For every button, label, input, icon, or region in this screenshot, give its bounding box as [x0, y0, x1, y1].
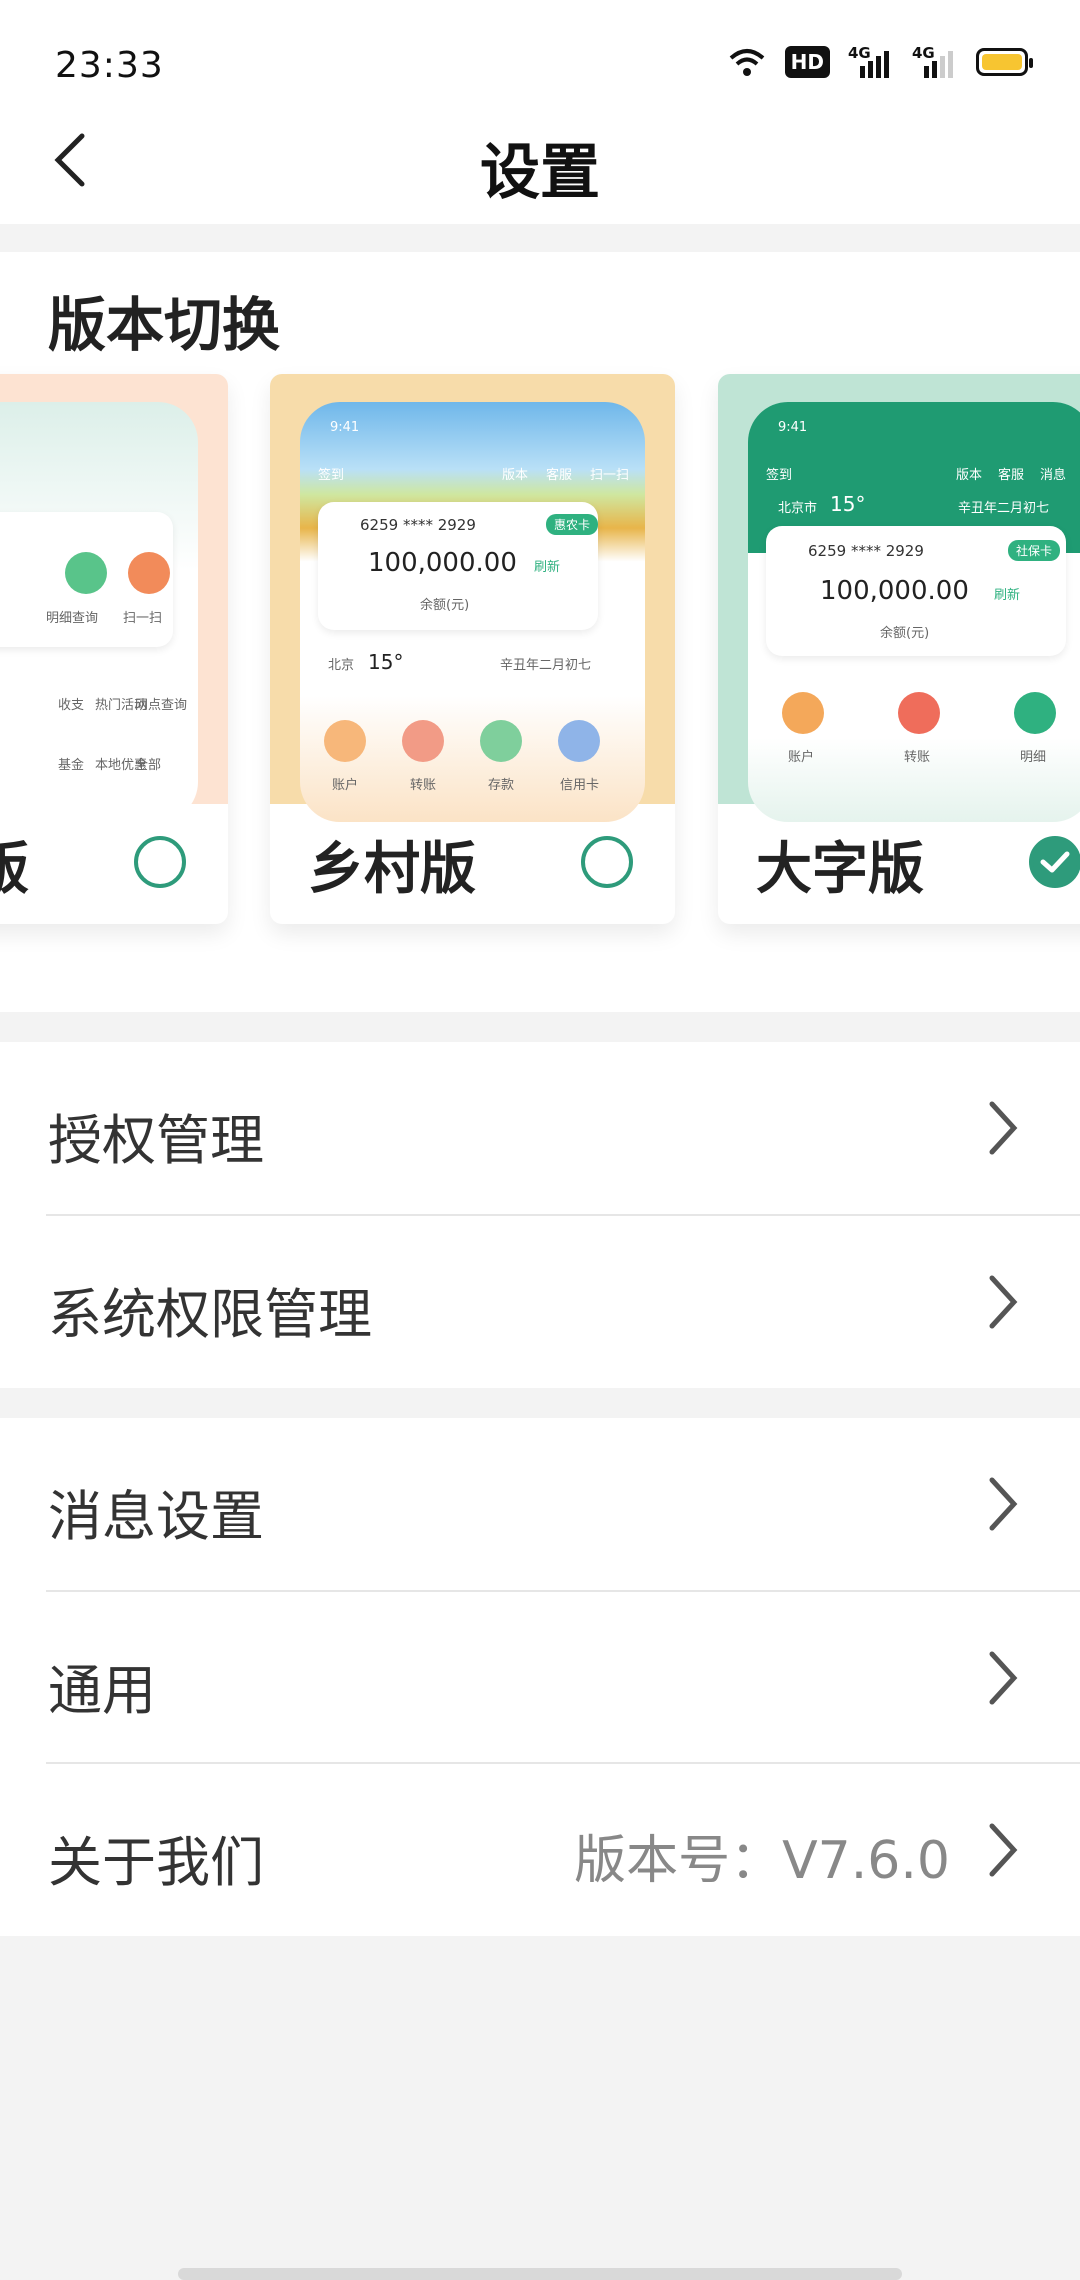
preview-bottom-icon: 账户	[788, 750, 815, 765]
page-title: 设置	[480, 138, 600, 208]
chevron-right-icon	[989, 1101, 1018, 1155]
preview-shortcut: 扫一扫	[123, 611, 163, 626]
preview-lunar: 辛丑年二月初七	[958, 501, 1050, 516]
preview-top-icon: 签到	[318, 468, 345, 483]
version-label: 乡村版	[308, 837, 476, 902]
hd-badge: HD	[784, 46, 830, 78]
version-radio[interactable]	[581, 836, 633, 888]
menu-group-general: 消息设置 通用 关于我们 版本号：V7.6.0	[0, 1418, 1080, 1936]
menu-item-message-settings[interactable]: 消息设置	[0, 1418, 1080, 1590]
preview-top-icon: 客服	[546, 468, 573, 483]
preview-city: 北京市	[778, 501, 818, 516]
version-card-standard[interactable]: 明细查询 扫一扫 收支 热门活动 网点查询 基金 本地优惠 全部 标准版	[0, 374, 228, 924]
preview-refresh: 刷新	[534, 560, 561, 575]
preview-balance-label: 余额(元)	[420, 598, 470, 613]
preview-top-icon: 客服	[998, 468, 1025, 483]
signal-icon: 4G	[912, 44, 958, 80]
preview-temp: 15°	[368, 650, 404, 674]
menu-item-label: 系统权限管理	[48, 1283, 372, 1346]
version-label: 大字版	[756, 837, 924, 902]
header: 设置	[0, 100, 1080, 224]
version-number: 版本号：V7.6.0	[574, 1831, 950, 1891]
signal-icon: 4G	[848, 44, 894, 80]
version-radio[interactable]	[134, 836, 186, 888]
menu-item-label: 通用	[48, 1659, 156, 1722]
preview-top-icon: 版本	[956, 468, 983, 483]
preview-bottom-icon: 转账	[410, 778, 437, 793]
version-card-rural[interactable]: 9:41 签到 版本 客服 扫一扫 6259 **** 2929 惠农卡 100…	[270, 374, 675, 924]
preview-shortcut: 明细查询	[46, 611, 99, 626]
preview-balance: 100,000.00	[368, 548, 517, 578]
preview-time: 9:41	[330, 420, 360, 435]
preview-top-icon: 扫一扫	[590, 468, 630, 483]
preview-bottom-icon: 账户	[332, 778, 359, 793]
preview-refresh: 刷新	[994, 588, 1021, 603]
section-title: 版本切换	[48, 291, 281, 359]
menu-item-about-us[interactable]: 关于我们 版本号：V7.6.0	[0, 1764, 1080, 1936]
menu-item-system-permissions[interactable]: 系统权限管理	[0, 1216, 1080, 1388]
version-preview: 9:41 签到 版本 客服 消息 北京市 15° 辛丑年二月初七 6259 **…	[718, 374, 1080, 822]
preview-lunar: 辛丑年二月初七	[500, 658, 592, 673]
preview-bottom-icon: 存款	[488, 778, 515, 793]
preview-card-number: 6259 **** 2929	[360, 516, 476, 534]
preview-bottom-icon: 转账	[904, 750, 931, 765]
preview-grid-item: 基金	[58, 758, 85, 773]
preview-grid-item: 收支	[58, 698, 85, 713]
preview-balance: 100,000.00	[820, 576, 969, 606]
version-switch-section: 版本切换 明细查询 扫一扫 收支 热门活动 网点查询 基金 本地优惠 全部 标准…	[0, 252, 1080, 1012]
preview-grid-item: 网点查询	[135, 698, 188, 713]
version-label: 标准版	[0, 837, 29, 902]
check-icon	[1040, 851, 1070, 873]
preview-tag: 惠农卡	[546, 514, 599, 535]
menu-item-label: 关于我们	[48, 1831, 264, 1894]
preview-grid-item: 全部	[135, 758, 162, 773]
preview-tag: 社保卡	[1008, 540, 1061, 561]
wifi-icon	[729, 49, 764, 76]
home-indicator[interactable]	[178, 2268, 902, 2280]
version-preview: 9:41 签到 版本 客服 扫一扫 6259 **** 2929 惠农卡 100…	[270, 374, 675, 822]
menu-group-permissions: 授权管理 系统权限管理	[0, 1042, 1080, 1388]
menu-item-label: 消息设置	[48, 1485, 264, 1548]
status-time: 23:33	[55, 45, 164, 86]
status-icons: HD 4G 4G	[727, 44, 1033, 80]
menu-item-general[interactable]: 通用	[0, 1592, 1080, 1764]
preview-top-icon: 消息	[1040, 468, 1067, 483]
version-radio-selected[interactable]	[1029, 836, 1080, 888]
preview-balance-label: 余额(元)	[880, 626, 930, 641]
menu-item-label: 授权管理	[48, 1109, 264, 1172]
preview-top-icon: 签到	[766, 468, 793, 483]
chevron-right-icon	[989, 1823, 1018, 1877]
chevron-right-icon	[989, 1651, 1018, 1705]
version-card-large-font[interactable]: 9:41 签到 版本 客服 消息 北京市 15° 辛丑年二月初七 6259 **…	[718, 374, 1080, 924]
chevron-right-icon	[989, 1275, 1018, 1329]
battery-icon	[976, 48, 1033, 76]
menu-item-authorization[interactable]: 授权管理	[0, 1042, 1080, 1214]
version-preview: 明细查询 扫一扫 收支 热门活动 网点查询 基金 本地优惠 全部	[0, 374, 228, 822]
preview-bottom-icon: 明细	[1020, 750, 1047, 765]
chevron-right-icon	[989, 1477, 1018, 1531]
preview-time: 9:41	[778, 420, 808, 435]
preview-card-number: 6259 **** 2929	[808, 542, 924, 560]
preview-city: 北京	[328, 658, 355, 673]
preview-temp: 15°	[830, 492, 866, 516]
preview-top-icon: 版本	[502, 468, 529, 483]
preview-bottom-icon: 信用卡	[560, 778, 600, 793]
